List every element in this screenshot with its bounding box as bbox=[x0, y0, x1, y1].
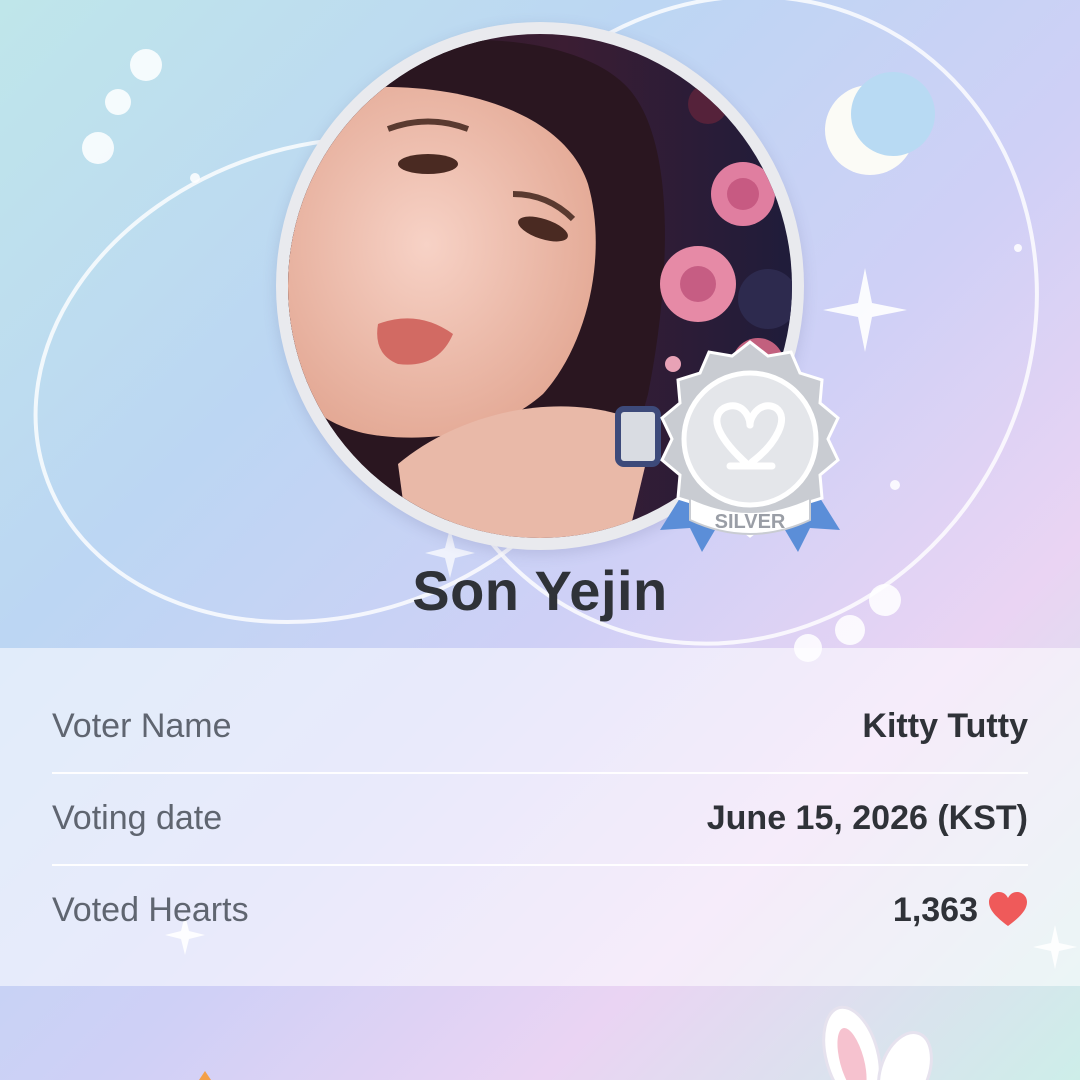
orbit-dot bbox=[105, 89, 131, 115]
silver-badge: SILVER bbox=[650, 340, 850, 570]
bottom-decoration bbox=[199, 1005, 933, 1080]
heart-icon bbox=[989, 892, 1027, 926]
orbit-dot bbox=[130, 49, 162, 81]
small-star-icon bbox=[199, 1071, 211, 1080]
orbit-dot bbox=[82, 132, 114, 164]
voter-name-value: Kitty Tutty bbox=[862, 706, 1028, 745]
voting-date-label: Voting date bbox=[52, 798, 223, 837]
crescent-moon-icon bbox=[825, 72, 935, 175]
voted-hearts-value: 1,363 bbox=[892, 890, 978, 929]
orbit-dot bbox=[1014, 244, 1022, 252]
voted-hearts-value-wrap: 1,363 bbox=[893, 891, 1028, 930]
voting-date-row: Voting date June 15, 2026 (KST) bbox=[52, 772, 1028, 866]
voter-name-row: Voter Name Kitty Tutty bbox=[52, 680, 1028, 774]
orbit-dot bbox=[190, 173, 200, 183]
artist-name: Son Yejin bbox=[412, 559, 668, 622]
badge-tier-label: SILVER bbox=[715, 511, 786, 533]
voted-hearts-label: Voted Hearts bbox=[52, 890, 249, 929]
bunny-ears-icon bbox=[822, 1005, 933, 1080]
orbit-dot bbox=[890, 480, 900, 490]
voting-date-value: June 15, 2026 (KST) bbox=[706, 798, 1028, 837]
voted-hearts-row: Voted Hearts 1,363 bbox=[52, 864, 1028, 956]
voter-name-label: Voter Name bbox=[52, 706, 232, 745]
vote-info-panel: Voter Name Kitty Tutty Voting date June … bbox=[0, 648, 1080, 986]
